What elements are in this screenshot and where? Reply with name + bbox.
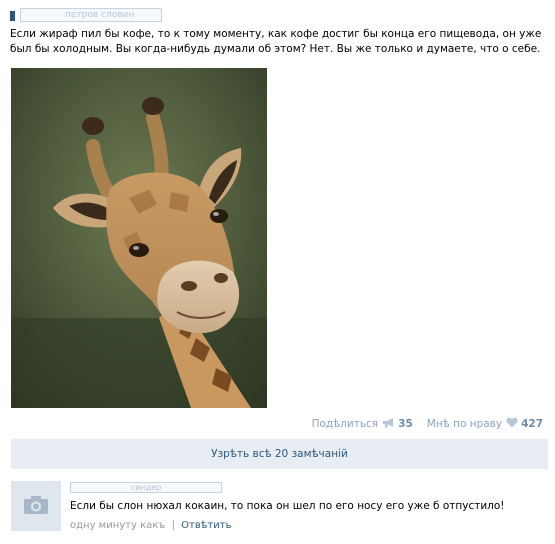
- post-photo-giraffe[interactable]: [11, 68, 267, 408]
- comment-time[interactable]: одну минуту какъ: [70, 520, 165, 531]
- share-button[interactable]: Подѣлиться 35: [312, 417, 413, 431]
- camera-icon: [23, 495, 49, 518]
- giraffe-image: [11, 68, 267, 408]
- separator: |: [171, 520, 175, 531]
- comment-meta: одну минуту какъ | Отвѣтить: [70, 520, 231, 531]
- like-button[interactable]: Мнѣ по нраву 427: [427, 417, 543, 431]
- heart-icon: [506, 417, 518, 431]
- share-count: 35: [398, 418, 413, 430]
- share-label: Подѣлиться: [311, 418, 379, 430]
- like-label: Мнѣ по нраву: [426, 418, 503, 430]
- post-author-name[interactable]: петров словин: [20, 8, 162, 22]
- post-text: Если жираф пил бы кофе, то к тому момент…: [10, 28, 542, 55]
- like-count: 427: [521, 418, 543, 430]
- post-actions: Подѣлиться 35 Мнѣ по нраву 427: [312, 417, 543, 431]
- comment-text: Если бы слон нюхал кокаин, то пока он ше…: [70, 500, 505, 512]
- megaphone-icon: [382, 417, 395, 431]
- author-marker: [10, 11, 15, 21]
- reply-link[interactable]: Отвѣтить: [181, 520, 231, 531]
- show-all-comments-button[interactable]: Узрѣть всѣ 20 замѣчаній: [11, 439, 548, 469]
- comment-author-name[interactable]: синдер: [70, 482, 222, 493]
- comment-avatar[interactable]: [11, 481, 61, 531]
